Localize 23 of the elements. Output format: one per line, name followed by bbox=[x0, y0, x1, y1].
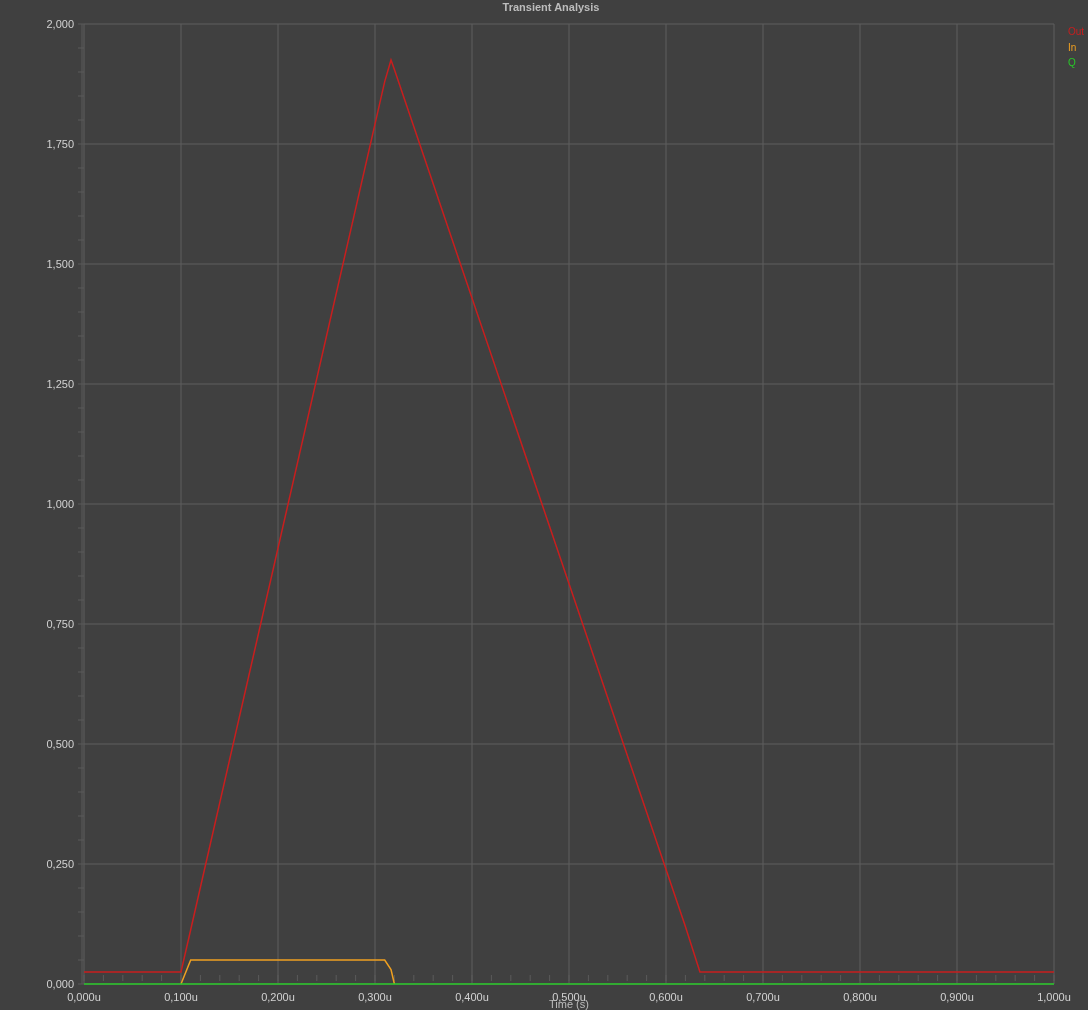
chart-title: Transient Analysis bbox=[502, 1, 600, 13]
y-tick-label: 0,500 bbox=[46, 738, 74, 750]
legend-label: Q bbox=[1068, 57, 1076, 68]
x-tick-label: 0,800u bbox=[843, 991, 877, 1003]
x-tick-label: 0,200u bbox=[261, 991, 295, 1003]
y-tick-label: 1,750 bbox=[46, 138, 74, 150]
x-tick-label: 1,000u bbox=[1037, 991, 1071, 1003]
y-tick-label: 0,250 bbox=[46, 858, 74, 870]
y-tick-label: 1,250 bbox=[46, 378, 74, 390]
x-tick-label: 0,100u bbox=[164, 991, 198, 1003]
y-tick-label: 0,750 bbox=[46, 618, 74, 630]
x-tick-label: 0,300u bbox=[358, 991, 392, 1003]
y-tick-label: 1,000 bbox=[46, 498, 74, 510]
legend-label: Out bbox=[1068, 26, 1085, 37]
x-tick-label: 0,000u bbox=[67, 991, 101, 1003]
x-tick-label: 0,900u bbox=[940, 991, 974, 1003]
y-tick-label: 0,000 bbox=[46, 978, 74, 990]
y-tick-label: 2,000 bbox=[46, 18, 74, 30]
x-tick-label: 0,400u bbox=[455, 991, 489, 1003]
legend-label: In bbox=[1068, 41, 1077, 53]
y-tick-label: 1,500 bbox=[46, 258, 74, 270]
x-tick-label: 0,600u bbox=[649, 991, 683, 1003]
x-tick-label: 0,700u bbox=[746, 991, 780, 1003]
